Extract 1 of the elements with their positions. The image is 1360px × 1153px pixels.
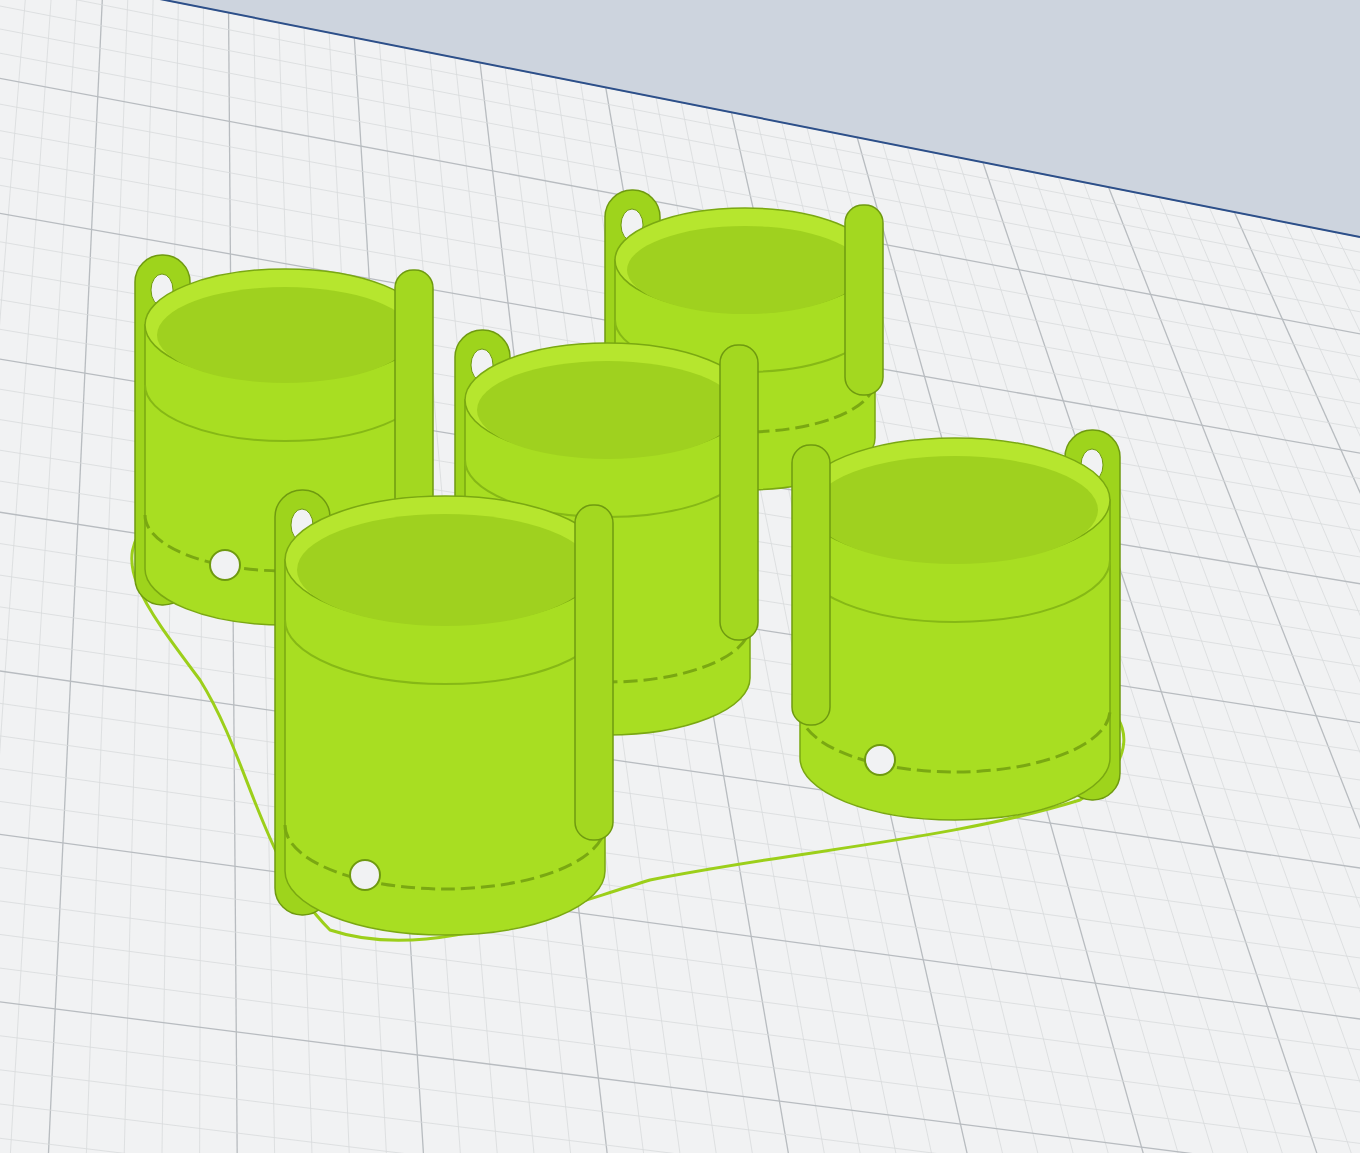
layer-viewport[interactable] [0, 0, 1360, 1153]
